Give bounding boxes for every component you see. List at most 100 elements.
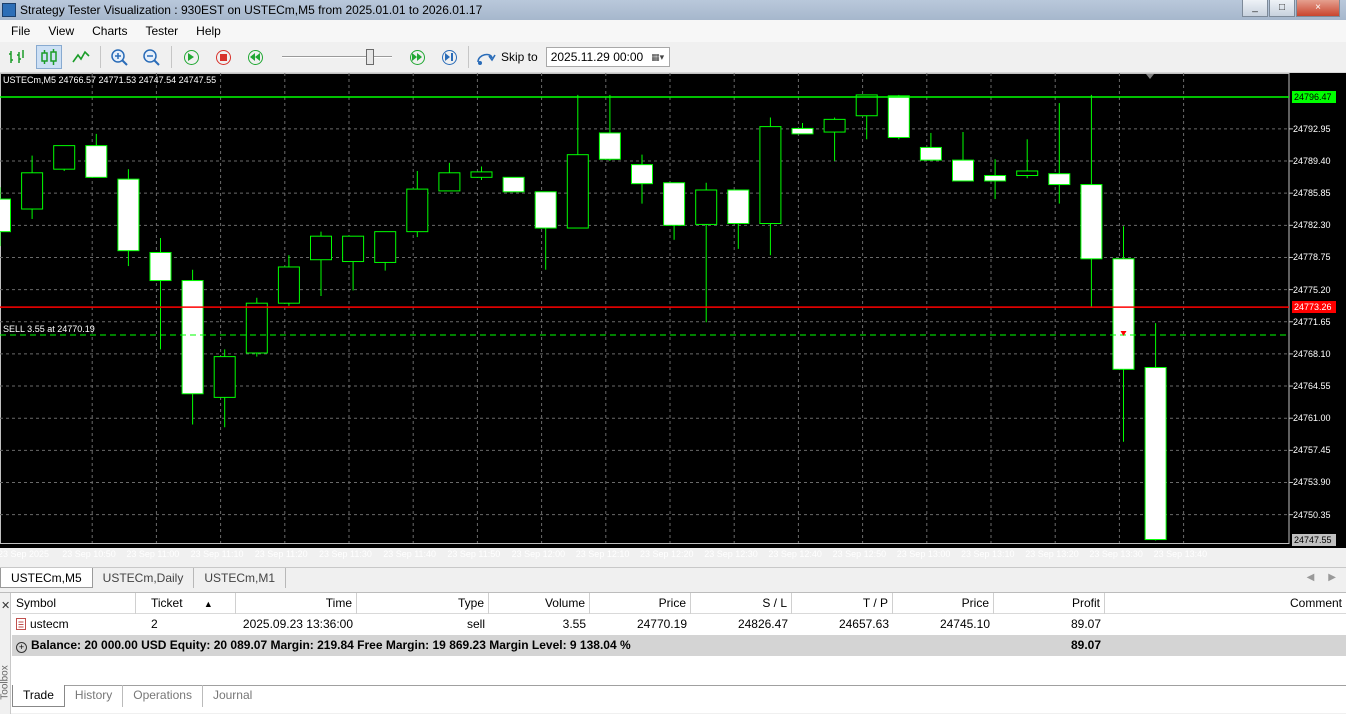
maximize-button[interactable]: □: [1269, 0, 1295, 17]
tab-ustecm-m5[interactable]: USTECm,M5: [0, 568, 93, 588]
zoom-in-button[interactable]: [107, 45, 133, 69]
candle-body: [534, 191, 557, 229]
time-tick-label: 23 Sep 12:30: [704, 549, 758, 559]
chart-tabs: USTECm,M5 USTECm,Daily USTECm,M1 ◀ ▶: [0, 567, 1346, 588]
table-row[interactable]: ustecm 2 2025.09.23 13:36:00 sell 3.55 2…: [12, 614, 1346, 635]
close-button[interactable]: ×: [1296, 0, 1340, 17]
menu-help[interactable]: Help: [187, 20, 230, 42]
slow-down-button[interactable]: [242, 45, 268, 69]
zoom-out-icon: [143, 49, 160, 66]
col-sl[interactable]: S / L: [691, 593, 792, 614]
cell-comment: [1105, 614, 1346, 635]
time-tick-label: 23 Sep 11:40: [383, 549, 437, 559]
menu-tester[interactable]: Tester: [136, 20, 187, 42]
candle-body: [21, 172, 44, 210]
candle-body: [598, 132, 621, 160]
time-tick-label: 23 Sep 13:20: [1025, 549, 1079, 559]
balance-row[interactable]: + Balance: 20 000.00 USD Equity: 20 089.0…: [12, 635, 1346, 656]
step-forward-button[interactable]: [436, 45, 462, 69]
col-tp[interactable]: T / P: [792, 593, 893, 614]
tab-ustecm-m1[interactable]: USTECm,M1: [194, 568, 287, 588]
menu-view[interactable]: View: [39, 20, 83, 42]
candle-body: [631, 164, 653, 185]
candle-body: [1080, 184, 1103, 260]
tab-scroll: ◀ ▶: [1307, 568, 1346, 588]
col-current-price[interactable]: Price: [893, 593, 994, 614]
toolbox-label: Toolbox: [0, 665, 11, 700]
col-type[interactable]: Type: [357, 593, 489, 614]
toolbox-panel: ✕ Toolbox Symbol Ticket ▲ Time Type Volu…: [0, 592, 1346, 714]
play-button[interactable]: [178, 45, 204, 69]
col-volume[interactable]: Volume: [489, 593, 590, 614]
tab-history[interactable]: History: [65, 685, 124, 707]
sell-order-label: SELL 3.55 at 24770.19: [3, 323, 95, 334]
candle-body: [727, 189, 750, 225]
time-tick-label: 23 Sep 10:50: [62, 549, 116, 559]
speed-up-button[interactable]: [404, 45, 430, 69]
bar-chart-icon: [9, 50, 24, 63]
fast-forward-icon: [409, 49, 425, 65]
zoom-out-button[interactable]: [139, 45, 165, 69]
candle-body: [277, 266, 300, 304]
time-tick-label: 23 Sep 12:20: [640, 549, 694, 559]
cell-sl[interactable]: 24826.47: [691, 614, 792, 635]
price-chart[interactable]: USTECm,M5 24766.57 24771.53 24747.54 247…: [0, 73, 1346, 559]
slider-thumb[interactable]: [366, 49, 374, 65]
time-tick-label: 23 Sep 13:00: [896, 549, 951, 559]
price-tick-label: 24778.75: [1293, 252, 1331, 263]
time-tick-label: 23 Sep 2025: [0, 549, 50, 559]
price-tick-label: 24757.45: [1293, 445, 1331, 456]
stop-button[interactable]: [210, 45, 236, 69]
slider-track: [282, 56, 392, 58]
line-chart-button[interactable]: [68, 45, 94, 69]
line-chart-icon: [72, 50, 90, 63]
candle-body: [117, 178, 140, 252]
candlestick-button[interactable]: [36, 45, 62, 69]
chart-info-label: USTECm,M5 24766.57 24771.53 24747.54 247…: [3, 75, 217, 85]
calendar-dropdown-icon[interactable]: ▦▾: [647, 48, 669, 66]
tab-trade[interactable]: Trade: [12, 685, 65, 707]
candle-body: [406, 188, 429, 233]
col-price[interactable]: Price: [590, 593, 691, 614]
cell-price: 24770.19: [636, 617, 687, 631]
menu-charts[interactable]: Charts: [83, 20, 136, 42]
candle-body: [695, 189, 718, 225]
candle-body: [374, 231, 397, 263]
title-bar: Strategy Tester Visualization : 930EST o…: [0, 0, 1346, 20]
tab-operations[interactable]: Operations: [123, 685, 203, 707]
order-icon: [16, 618, 26, 630]
col-time[interactable]: Time: [236, 593, 357, 614]
col-ticket[interactable]: Ticket ▲: [147, 593, 236, 614]
scroll-right-icon[interactable]: ▶: [1328, 568, 1336, 588]
candle-body: [149, 251, 172, 282]
candle-body: [1016, 170, 1039, 177]
col-symbol[interactable]: Symbol: [12, 593, 136, 614]
tab-journal[interactable]: Journal: [203, 685, 262, 707]
menu-file[interactable]: File: [2, 20, 39, 42]
candle-body: [759, 126, 782, 225]
skip-date-value: 2025.11.29 00:00: [550, 50, 644, 64]
app-icon: [2, 3, 16, 17]
step-forward-icon: [441, 49, 457, 65]
price-tick-label: 24761.00: [1293, 413, 1331, 424]
last-price-label: 24747.55: [1292, 534, 1336, 546]
skip-date-input[interactable]: 2025.11.29 00:00 ▦▾: [545, 47, 670, 67]
sort-asc-icon: ▲: [203, 599, 213, 609]
minimize-button[interactable]: _: [1242, 0, 1268, 17]
bar-chart-button[interactable]: [4, 45, 30, 69]
skip-to-label[interactable]: Skip to: [501, 50, 538, 64]
price-tick-label: 24782.30: [1293, 220, 1331, 231]
scroll-left-icon[interactable]: ◀: [1307, 568, 1315, 588]
speed-slider[interactable]: [282, 47, 392, 67]
time-tick-label: 23 Sep 11:30: [319, 549, 372, 559]
tab-ustecm-daily[interactable]: USTECm,Daily: [93, 568, 195, 588]
close-icon[interactable]: ✕: [1, 599, 10, 612]
candle-body: [823, 118, 846, 133]
balance-profit: 89.07: [1070, 638, 1101, 652]
time-tick-label: 23 Sep 11:50: [447, 549, 501, 559]
col-comment[interactable]: Comment: [1105, 593, 1346, 614]
cell-tp[interactable]: 24657.63: [792, 614, 893, 635]
col-profit[interactable]: Profit: [994, 593, 1105, 614]
window-title: Strategy Tester Visualization : 930EST o…: [20, 3, 483, 17]
expand-icon[interactable]: +: [16, 642, 27, 653]
